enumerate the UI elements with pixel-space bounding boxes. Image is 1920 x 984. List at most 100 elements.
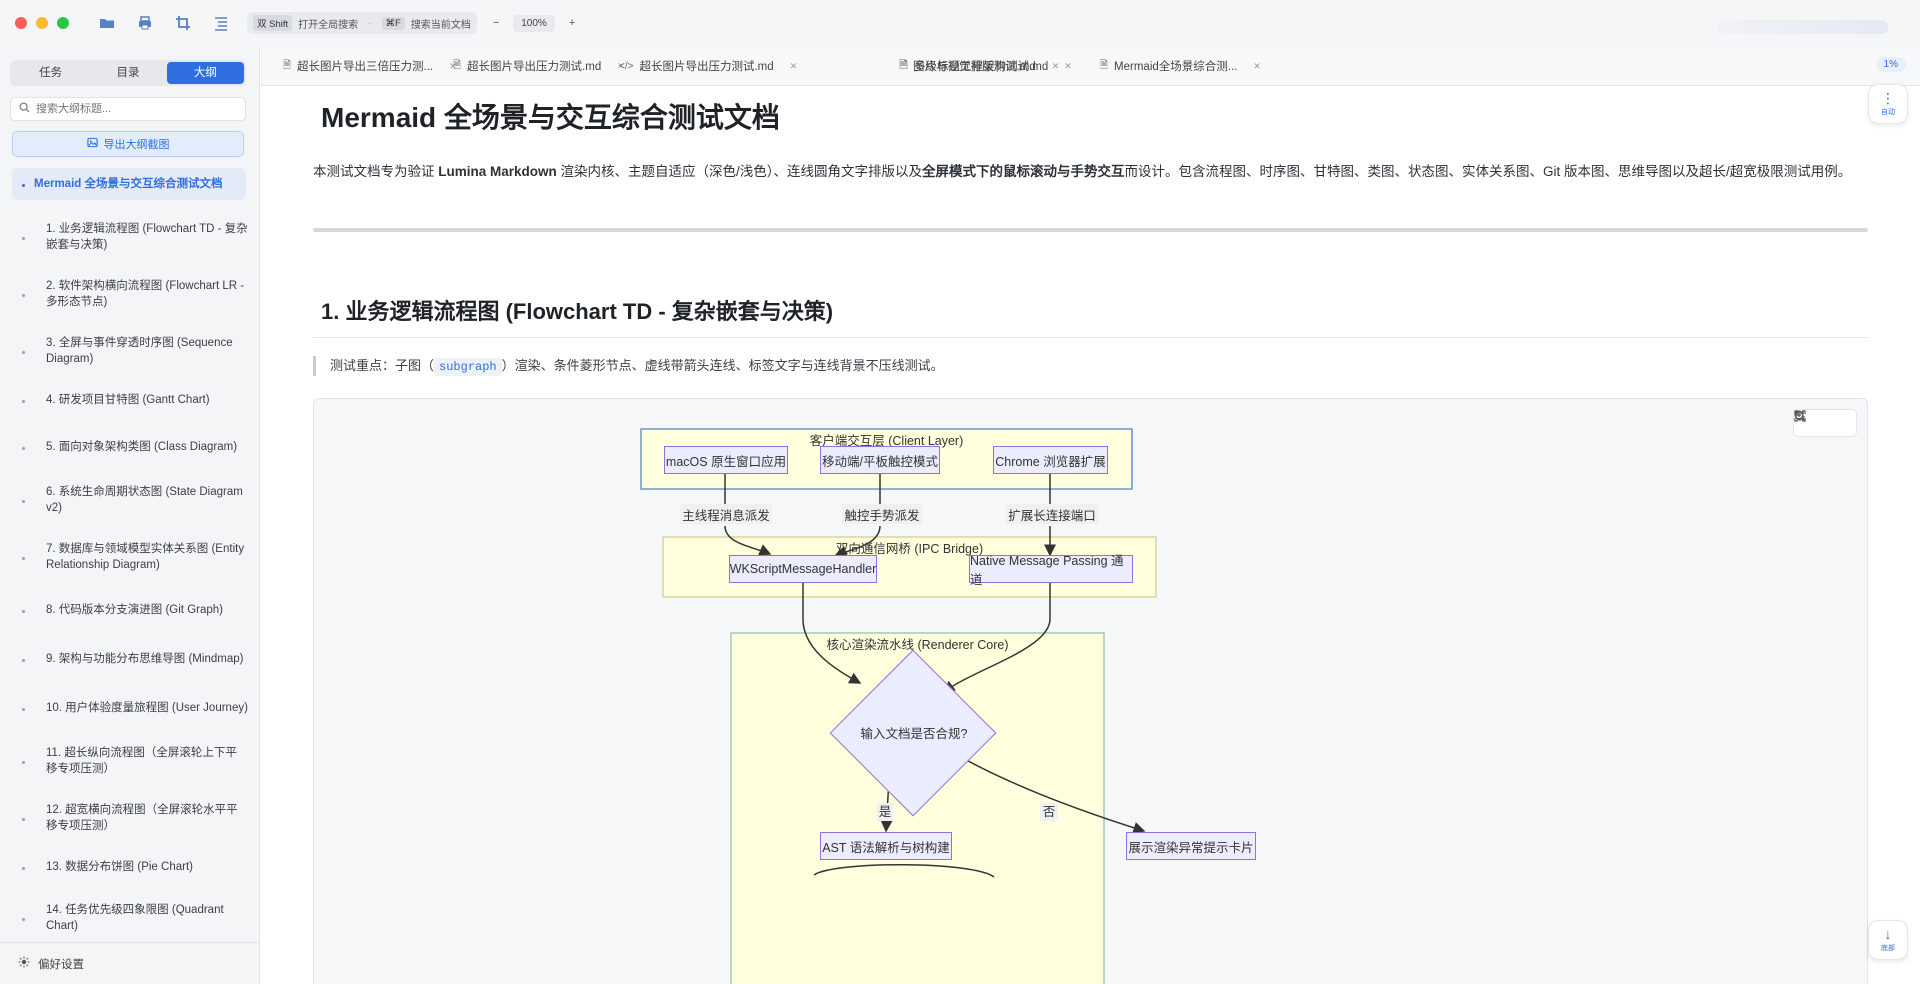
search-label: 打开全局搜索 <box>298 19 359 31</box>
outline-item[interactable]: 5. 面向对象架构类图 (Class Diagram) <box>0 431 260 463</box>
preferences-label: 偏好设置 <box>38 958 84 971</box>
preferences-button[interactable]: 偏好设置 <box>0 942 260 984</box>
node-render-error[interactable]: 展示渲染异常提示卡片 <box>1126 832 1256 860</box>
sidebar-tabs: 任务 目录 大纲 <box>10 60 246 86</box>
sun-icon <box>18 956 30 971</box>
outline-item[interactable]: 4. 研发项目甘特图 (Gantt Chart) <box>0 388 260 412</box>
editor-tab[interactable]: 🗎 超长图片导出压力测试.md ✕ <box>453 54 625 78</box>
close-window-button[interactable] <box>15 17 27 29</box>
outline-item[interactable]: 3. 全屏与事件穿透时序图 (Sequence Diagram) <box>0 331 260 371</box>
node-wkscript[interactable]: WKScriptMessageHandler <box>729 555 877 583</box>
doc-icon: 🗎 <box>283 59 292 71</box>
tab-bar: 🗎 超长图片导出三倍压力测... ✕ 🗎 超长图片导出压力测试.md ✕ </>… <box>261 46 1920 86</box>
tab-label: 超长图片导出压力测试.md <box>639 61 774 73</box>
intro-paragraph: 本测试文档专为验证 Lumina Markdown 渲染内核、主题自适应（深色/… <box>313 164 1852 179</box>
inline-code: subgraph <box>434 358 502 376</box>
decision-label: 输入文档是否合规? <box>860 727 968 741</box>
outline-item[interactable]: 6. 系统生命周期状态图 (State Diagram v2) <box>0 480 260 520</box>
document-title: Mermaid 全场景与交互综合测试文档 <box>321 102 780 133</box>
find-label: 搜索当前文档 <box>410 19 471 31</box>
zoom-level[interactable]: 100% <box>513 14 555 32</box>
bottom-label: 底部 <box>1881 945 1895 952</box>
mermaid-diagram: 客户端交互层 (Client Layer) 双向通信网桥 (IPC Bridge… <box>313 398 1868 984</box>
divider <box>313 228 1868 232</box>
zoom-window-button[interactable] <box>57 17 69 29</box>
zoom-in-button[interactable]: + <box>569 17 575 29</box>
outline-item-doc-title[interactable]: Mermaid 全场景与交互综合测试文档 <box>12 168 246 200</box>
title-bar: 双 Shift 打开全局搜索 · ⌘F 搜索当前文档 − 100% + <box>0 0 1920 46</box>
tab-outline[interactable]: 大纲 <box>166 62 244 84</box>
close-icon[interactable]: ✕ <box>1064 61 1072 72</box>
node-mobile[interactable]: 移动端/平板触控模式 <box>820 446 940 474</box>
outline-search <box>10 97 246 121</box>
print-icon[interactable] <box>137 15 153 31</box>
doc-icon: 🗎 <box>453 59 462 71</box>
blockquote: 测试重点：子图（ subgraph ）渲染、条件菱形节点、虚线带箭头连线、标签文字与… <box>313 356 944 376</box>
arrow-down-icon: ↓ <box>1884 926 1892 942</box>
outline-item[interactable]: 9. 架构与功能分布思维导图 (Mindmap) <box>0 643 260 675</box>
minimize-window-button[interactable] <box>36 17 48 29</box>
search-icon <box>19 102 30 116</box>
node-chrome[interactable]: Chrome 浏览器扩展 <box>993 446 1108 474</box>
global-search-shortcut[interactable]: 双 Shift 打开全局搜索 · ⌘F 搜索当前文档 <box>247 12 477 34</box>
edge-label: 触控手势派发 <box>842 504 922 524</box>
auto-label: 自动 <box>1881 109 1895 116</box>
find-key: ⌘F <box>381 16 405 30</box>
edge-label-no: 否 <box>1040 803 1058 821</box>
tab-label: 图片与视觉排版测试.md <box>913 61 1036 73</box>
close-icon[interactable]: ✕ <box>1253 61 1261 72</box>
scroll-bottom-button[interactable]: ↓ 底部 <box>1868 920 1908 960</box>
edge-label: 主线程消息派发 <box>680 504 772 524</box>
outline-list: Mermaid 全场景与交互综合测试文档 1. 业务逻辑流程图 (Flowcha… <box>0 168 260 955</box>
node-ast[interactable]: AST 语法解析与树构建 <box>820 832 952 860</box>
outline-item[interactable]: 12. 超宽横向流程图（全屏滚轮水平平移专项压测） <box>0 798 260 838</box>
new-folder-icon[interactable] <box>99 15 115 31</box>
tab-label: Mermaid全场景综合测... <box>1114 61 1238 73</box>
tab-label: 超长图片导出压力测试.md <box>467 61 602 73</box>
outline-item[interactable]: 2. 软件架构横向流程图 (Flowchart LR - 多形态节点) <box>0 274 260 314</box>
export-outline-button[interactable]: 导出大纲截图 <box>12 131 244 157</box>
tab-label: 超长图片导出三倍压力测... <box>297 61 434 73</box>
tab-tasks[interactable]: 任务 <box>12 62 89 84</box>
subgraph-title: 核心渲染流水线 (Renderer Core) <box>826 638 1009 652</box>
auto-button[interactable]: ⋮ 自动 <box>1868 84 1908 124</box>
outline-search-input[interactable] <box>36 103 226 115</box>
editor-tab[interactable]: 🗎 图片与视觉排版测试.md ✕ <box>899 54 1059 78</box>
editor-content: Mermaid 全场景与交互综合测试文档 本测试文档专为验证 Lumina Ma… <box>261 84 1920 984</box>
outline-item[interactable]: 10. 用户体验度量旅程图 (User Journey) <box>0 692 260 724</box>
edge-label: 扩展长连接端口 <box>1006 504 1098 524</box>
node-macos[interactable]: macOS 原生窗口应用 <box>664 446 788 474</box>
heading-rule <box>313 337 1868 338</box>
sidebar: 任务 目录 大纲 导出大纲截图 Mermaid 全场景与交互综合测试文档 1. … <box>0 46 260 984</box>
doc-icon: 🗎 <box>1100 59 1109 71</box>
outline-item[interactable]: 14. 任务优先级四象限图 (Quadrant Chart) <box>0 898 260 938</box>
titlebar-decoration <box>1718 20 1888 34</box>
export-outline-label: 导出大纲截图 <box>103 139 170 151</box>
code-icon: </> <box>619 60 634 72</box>
doc-icon: 🗎 <box>899 59 908 71</box>
flowchart-svg <box>640 428 1157 984</box>
diagram-toolbar <box>1793 409 1857 437</box>
crop-icon[interactable] <box>175 15 191 31</box>
close-icon[interactable]: ✕ <box>790 61 798 72</box>
window-controls <box>15 17 69 29</box>
close-icon[interactable]: ✕ <box>1052 61 1060 72</box>
section-heading: 1. 业务逻辑流程图 (Flowchart TD - 复杂嵌套与决策) <box>321 299 834 324</box>
outline-item[interactable]: 1. 业务逻辑流程图 (Flowchart TD - 复杂嵌套与决策) <box>0 217 260 257</box>
outline-item[interactable]: 11. 超长纵向流程图（全屏滚轮上下平移专项压测） <box>0 741 260 781</box>
editor-tab-active[interactable]: 🗎 Mermaid全场景综合测... ✕ <box>1100 54 1261 78</box>
more-vertical-icon: ⋮ <box>1881 90 1895 106</box>
outline-item[interactable]: 7. 数据库与领域模型实体关系图 (Entity Relationship Di… <box>0 537 260 577</box>
outline-item[interactable]: 8. 代码版本分支演进图 (Git Graph) <box>0 594 260 626</box>
editor-tab[interactable]: </> 超长图片导出压力测试.md ✕ <box>619 54 797 78</box>
tab-toc[interactable]: 目录 <box>89 62 166 84</box>
progress-badge: 1% <box>1875 57 1906 72</box>
search-key: 双 Shift <box>253 15 293 31</box>
image-icon <box>86 137 98 151</box>
outline-icon[interactable] <box>213 15 229 31</box>
outline-item[interactable]: 13. 数据分布饼图 (Pie Chart) <box>0 855 260 879</box>
zoom-out-button[interactable]: − <box>493 17 499 29</box>
node-native-message[interactable]: Native Message Passing 通道 <box>969 554 1133 587</box>
editor-tab[interactable]: 🗎 超长图片导出三倍压力测... ✕ <box>283 54 457 78</box>
edge-label-yes: 是 <box>877 803 893 821</box>
